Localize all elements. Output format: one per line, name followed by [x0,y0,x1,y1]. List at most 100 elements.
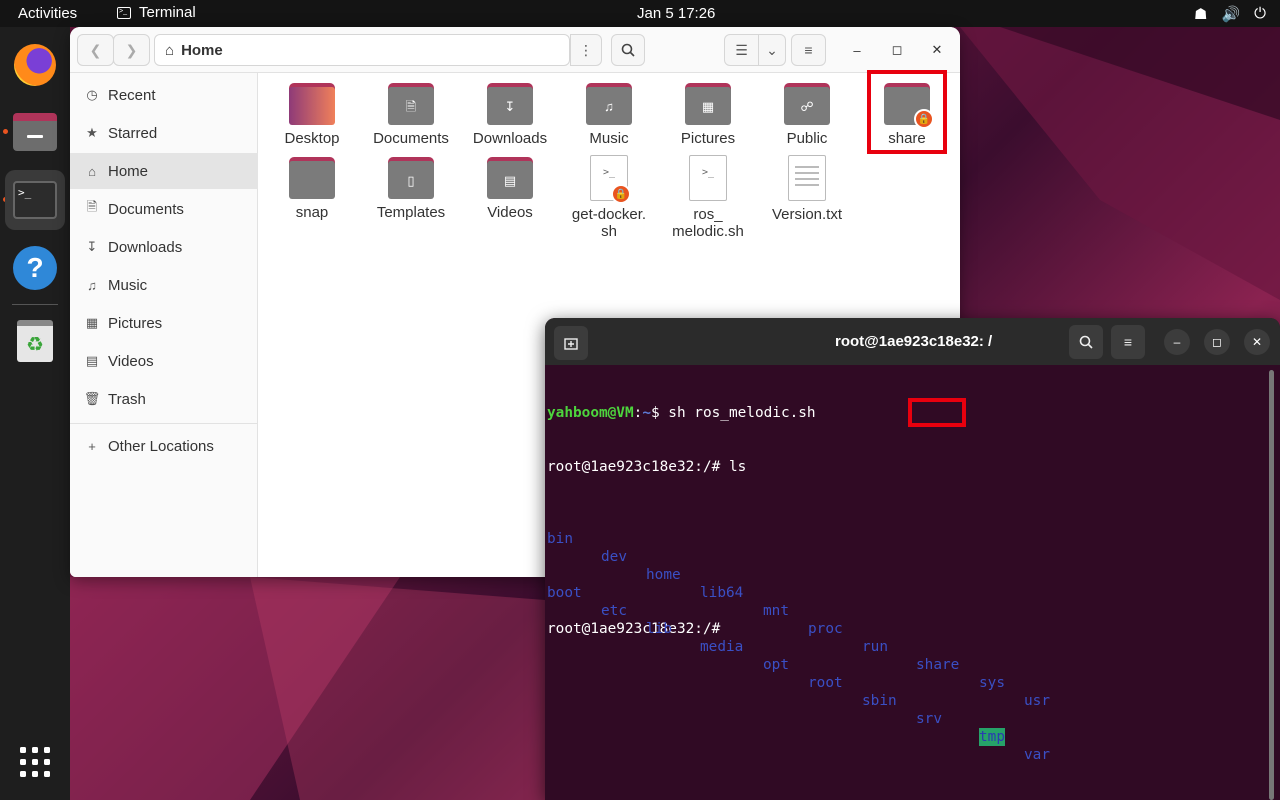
grid-icon [20,747,50,777]
trash-icon: ♻ [17,320,53,362]
dock-firefox[interactable] [5,35,65,95]
terminal-scrollbar[interactable] [1269,370,1274,800]
ls-output-row: boot etc lib media opt root sbin srv tmp… [547,585,1050,763]
sidebar-item-downloads[interactable]: ↧ Downloads [70,229,258,265]
terminal-maximize-button[interactable]: ◻ [1204,329,1230,355]
dock-trash[interactable]: ♻ [5,311,65,371]
file-item-public[interactable]: ☍ Public [757,83,857,147]
menu-button[interactable]: ≡ [791,34,826,66]
folder-downloads-icon: ↧ [487,83,533,125]
terminal-icon: >_ [13,181,57,219]
dock-separator [12,304,58,305]
file-item-pictures[interactable]: ▦ Pictures [658,83,758,147]
script-file-icon: >_ 🔒 [590,155,631,204]
terminal-title: root@1ae923c18e32: / [835,333,993,350]
clock-icon: ◷ [86,87,98,102]
new-tab-icon [564,338,578,350]
terminal-app-icon: >_ [117,6,131,19]
video-icon: ▤ [85,353,99,368]
firefox-icon [14,44,56,86]
text-file-icon [788,155,826,201]
path-label: Home [181,41,223,59]
file-item-snap[interactable]: snap [262,157,362,221]
show-apps-button[interactable] [5,732,65,792]
minimize-button[interactable]: – [845,38,869,62]
file-item-version-txt[interactable]: Version.txt [757,155,857,223]
search-button[interactable] [611,34,645,66]
file-item-documents[interactable]: 🗎 Documents [361,83,461,147]
folder-documents-icon: 🗎 [388,83,434,125]
folder-icon [289,83,335,125]
file-item-music[interactable]: ♫ Music [559,83,659,147]
sidebar-item-documents[interactable]: 🗎 Documents [70,191,258,227]
terminal-headerbar: root@1ae923c18e32: / ≡ – ◻ ✕ [545,318,1280,365]
sidebar-item-trash[interactable]: 🗑 Trash [70,381,258,417]
app-menu-label: Terminal [139,4,196,21]
file-item-desktop[interactable]: Desktop [262,83,362,147]
share-directory: share [916,657,960,673]
terminal-close-button[interactable]: ✕ [1244,329,1270,355]
folder-templates-icon: ▯ [388,157,434,199]
file-item-videos[interactable]: ▤ Videos [460,157,560,221]
folder-share-icon: ☍ [784,83,830,125]
highlight-box-share-dir [908,398,966,427]
folder-videos-icon: ▤ [487,157,533,199]
sidebar-separator [70,423,258,424]
star-icon: ★ [86,125,98,140]
file-item-templates[interactable]: ▯ Templates [361,157,461,221]
highlight-box-share-folder [867,70,947,154]
top-bar: Activities >_ Terminal Jan 5 17:26 ☗ 🔊 ⏻ [0,0,1280,27]
terminal-line: root@1ae923c18e32:/# ls [547,459,747,475]
terminal-output[interactable]: yahboom@VM:~$ sh ros_melodic.sh root@1ae… [547,368,1262,800]
path-bar[interactable]: ⌂ Home [154,34,570,66]
files-icon [13,113,57,151]
terminal-minimize-button[interactable]: – [1164,329,1190,355]
download-icon: ↧ [86,239,98,254]
terminal-window: root@1ae923c18e32: / ≡ – ◻ ✕ yahboom@VM:… [545,318,1280,800]
home-icon: ⌂ [88,163,96,179]
terminal-menu-button[interactable]: ≡ [1111,325,1145,359]
power-icon: ⏻ [1254,5,1266,22]
dock-help[interactable]: ? [5,238,65,298]
close-button[interactable]: ✕ [925,38,949,62]
script-file-icon: >_ [689,155,727,201]
sidebar-item-other-locations[interactable]: + Other Locations [70,428,258,464]
view-list-button[interactable]: ☰ [724,34,759,66]
file-item-get-docker[interactable]: >_ 🔒 get-docker. sh [559,155,659,240]
dock-terminal[interactable]: >_ [5,170,65,230]
folder-icon [289,157,335,199]
help-icon: ? [13,246,57,290]
trash-icon: 🗑 [83,391,101,406]
path-menu-button[interactable]: ⋮ [570,34,602,66]
forward-button[interactable]: ❯ [113,34,150,66]
new-tab-button[interactable] [554,326,588,360]
ls-output-row: bin dev home lib64 mnt proc run share sy… [547,531,1050,709]
folder-pictures-icon: ▦ [685,83,731,125]
sidebar-item-recent[interactable]: ◷ Recent [70,77,258,113]
terminal-search-button[interactable] [1069,325,1103,359]
dock: >_ ? ♻ [0,27,70,800]
volume-icon: 🔊 [1221,6,1241,23]
sidebar-item-home[interactable]: ⌂ Home [70,153,258,189]
back-button[interactable]: ❮ [77,34,114,66]
app-menu[interactable]: >_ Terminal [117,4,196,21]
dock-files[interactable] [5,102,65,162]
clock[interactable]: Jan 5 17:26 [637,5,715,22]
file-item-downloads[interactable]: ↧ Downloads [460,83,560,147]
plus-icon: + [88,438,96,454]
search-icon [621,43,635,57]
folder-music-icon: ♫ [586,83,632,125]
sidebar-item-music[interactable]: ♫ Music [70,267,258,303]
file-item-ros-melodic[interactable]: >_ ros_ melodic.sh [658,155,758,240]
activities-button[interactable]: Activities [18,5,77,22]
system-tray[interactable]: ☗ 🔊 ⏻ [1194,5,1266,23]
sidebar-item-starred[interactable]: ★ Starred [70,115,258,151]
sidebar-item-videos[interactable]: ▤ Videos [70,343,258,379]
lock-icon: 🔒 [611,184,631,204]
terminal-line: yahboom@VM:~$ sh ros_melodic.sh [547,405,816,421]
sidebar-item-pictures[interactable]: ▦ Pictures [70,305,258,341]
view-options-button[interactable]: ⌄ [758,34,786,66]
maximize-button[interactable]: ◻ [885,38,909,62]
home-icon: ⌂ [165,41,175,59]
search-icon [1079,335,1093,349]
